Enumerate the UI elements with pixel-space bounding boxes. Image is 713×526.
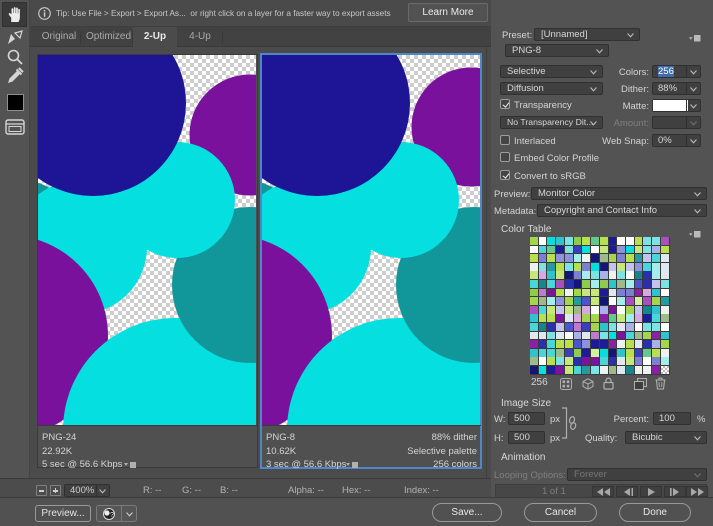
- svg-text:?: ?: [110, 512, 114, 519]
